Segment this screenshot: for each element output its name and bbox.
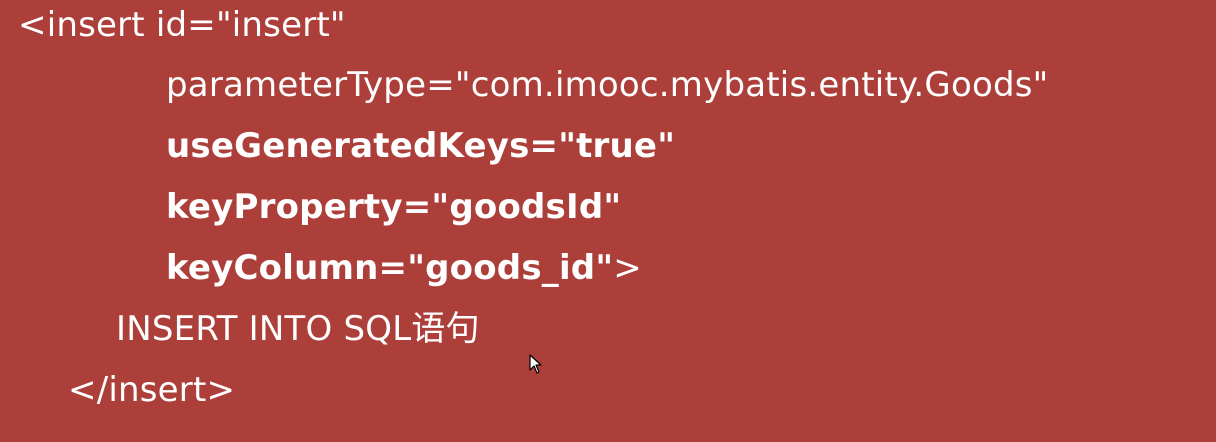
insert-open-tag: <insert id="insert"	[18, 5, 346, 45]
mouse-pointer-icon	[529, 354, 542, 374]
parameter-type-attribute: parameterType="com.imooc.mybatis.entity.…	[166, 65, 1049, 105]
key-column-line: keyColumn="goods_id">	[166, 247, 642, 289]
tag-close-bracket: >	[613, 248, 642, 288]
insert-statement-body: INSERT INTO SQL语句	[116, 309, 480, 349]
key-property-attribute: keyProperty="goodsId"	[166, 187, 622, 227]
use-generated-keys-attribute: useGeneratedKeys="true"	[166, 126, 676, 166]
key-column-attribute: keyColumn="goods_id"	[166, 248, 614, 288]
insert-close-tag: </insert>	[68, 370, 236, 410]
code-slide: <insert id="insert" parameterType="com.i…	[0, 0, 1216, 442]
